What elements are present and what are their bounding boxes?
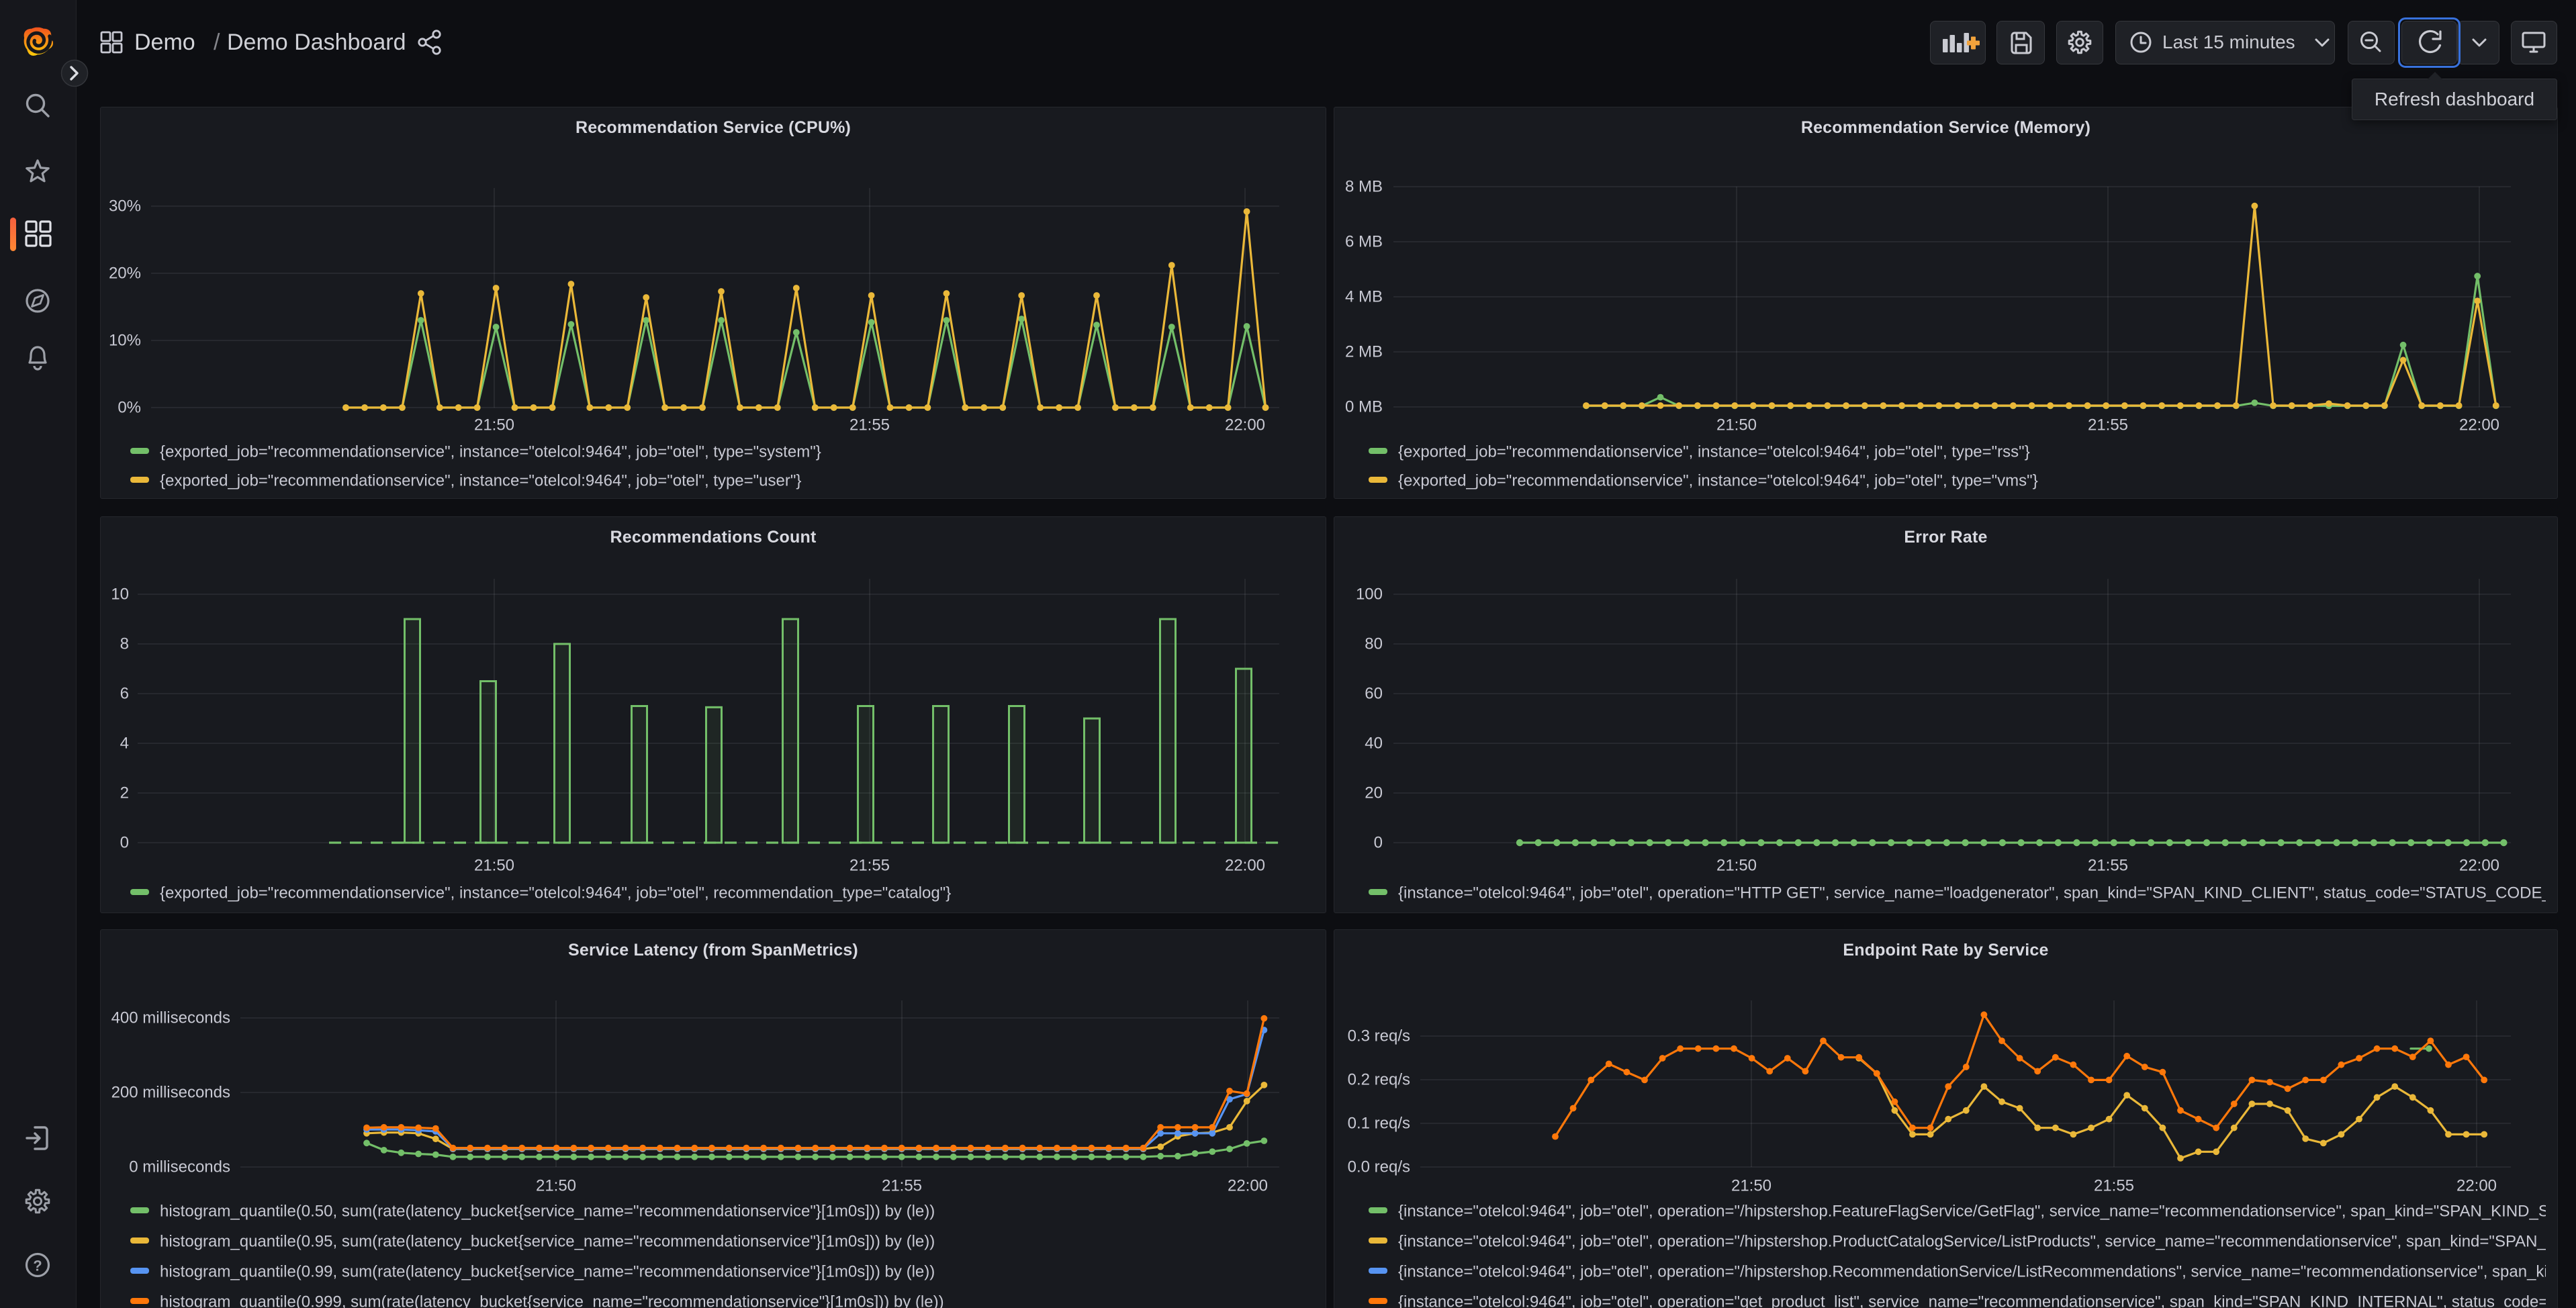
svg-text:20: 20 [1365,784,1383,802]
svg-text:21:50: 21:50 [474,857,514,875]
svg-text:2: 2 [120,784,129,802]
svg-text:0: 0 [1374,834,1383,852]
svg-text:0.2 req/s: 0.2 req/s [1348,1071,1410,1089]
svg-text:0%: 0% [118,399,141,417]
svg-text:8 MB: 8 MB [1345,178,1383,196]
svg-text:21:55: 21:55 [849,416,890,434]
svg-text:80: 80 [1365,635,1383,653]
svg-text:21:55: 21:55 [849,857,890,875]
svg-text:20%: 20% [109,265,141,283]
svg-text:21:55: 21:55 [2088,857,2128,875]
svg-text:0.3 req/s: 0.3 req/s [1348,1027,1410,1045]
svg-text:21:50: 21:50 [474,416,514,434]
svg-text:22:00: 22:00 [2459,857,2499,875]
svg-text:22:00: 22:00 [1225,416,1265,434]
svg-text:21:50: 21:50 [1731,1177,1772,1195]
svg-text:22:00: 22:00 [1228,1177,1268,1195]
svg-text:8: 8 [120,635,129,653]
svg-text:22:00: 22:00 [2456,1177,2497,1195]
svg-text:2 MB: 2 MB [1345,343,1383,361]
svg-text:21:55: 21:55 [2094,1177,2134,1195]
svg-text:40: 40 [1365,735,1383,753]
svg-text:?: ? [33,1258,42,1274]
svg-text:21:50: 21:50 [536,1177,576,1195]
svg-text:6 MB: 6 MB [1345,233,1383,251]
svg-text:0: 0 [120,834,129,852]
svg-text:4: 4 [120,735,129,753]
svg-text:10: 10 [111,586,129,604]
svg-text:0 MB: 0 MB [1345,398,1383,416]
svg-text:0 milliseconds: 0 milliseconds [129,1158,230,1176]
svg-text:100: 100 [1356,586,1383,604]
svg-text:200 milliseconds: 200 milliseconds [111,1084,230,1102]
svg-text:10%: 10% [109,332,141,350]
svg-text:0.1 req/s: 0.1 req/s [1348,1115,1410,1133]
svg-text:21:50: 21:50 [1716,416,1757,434]
svg-text:4 MB: 4 MB [1345,288,1383,306]
svg-text:0.0 req/s: 0.0 req/s [1348,1158,1410,1176]
svg-text:21:55: 21:55 [882,1177,922,1195]
svg-text:60: 60 [1365,685,1383,703]
svg-text:21:55: 21:55 [2088,416,2128,434]
svg-text:21:50: 21:50 [1716,857,1757,875]
svg-text:22:00: 22:00 [1225,857,1265,875]
svg-text:400 milliseconds: 400 milliseconds [111,1009,230,1027]
svg-text:6: 6 [120,685,129,703]
svg-text:30%: 30% [109,197,141,216]
svg-text:22:00: 22:00 [2459,416,2499,434]
